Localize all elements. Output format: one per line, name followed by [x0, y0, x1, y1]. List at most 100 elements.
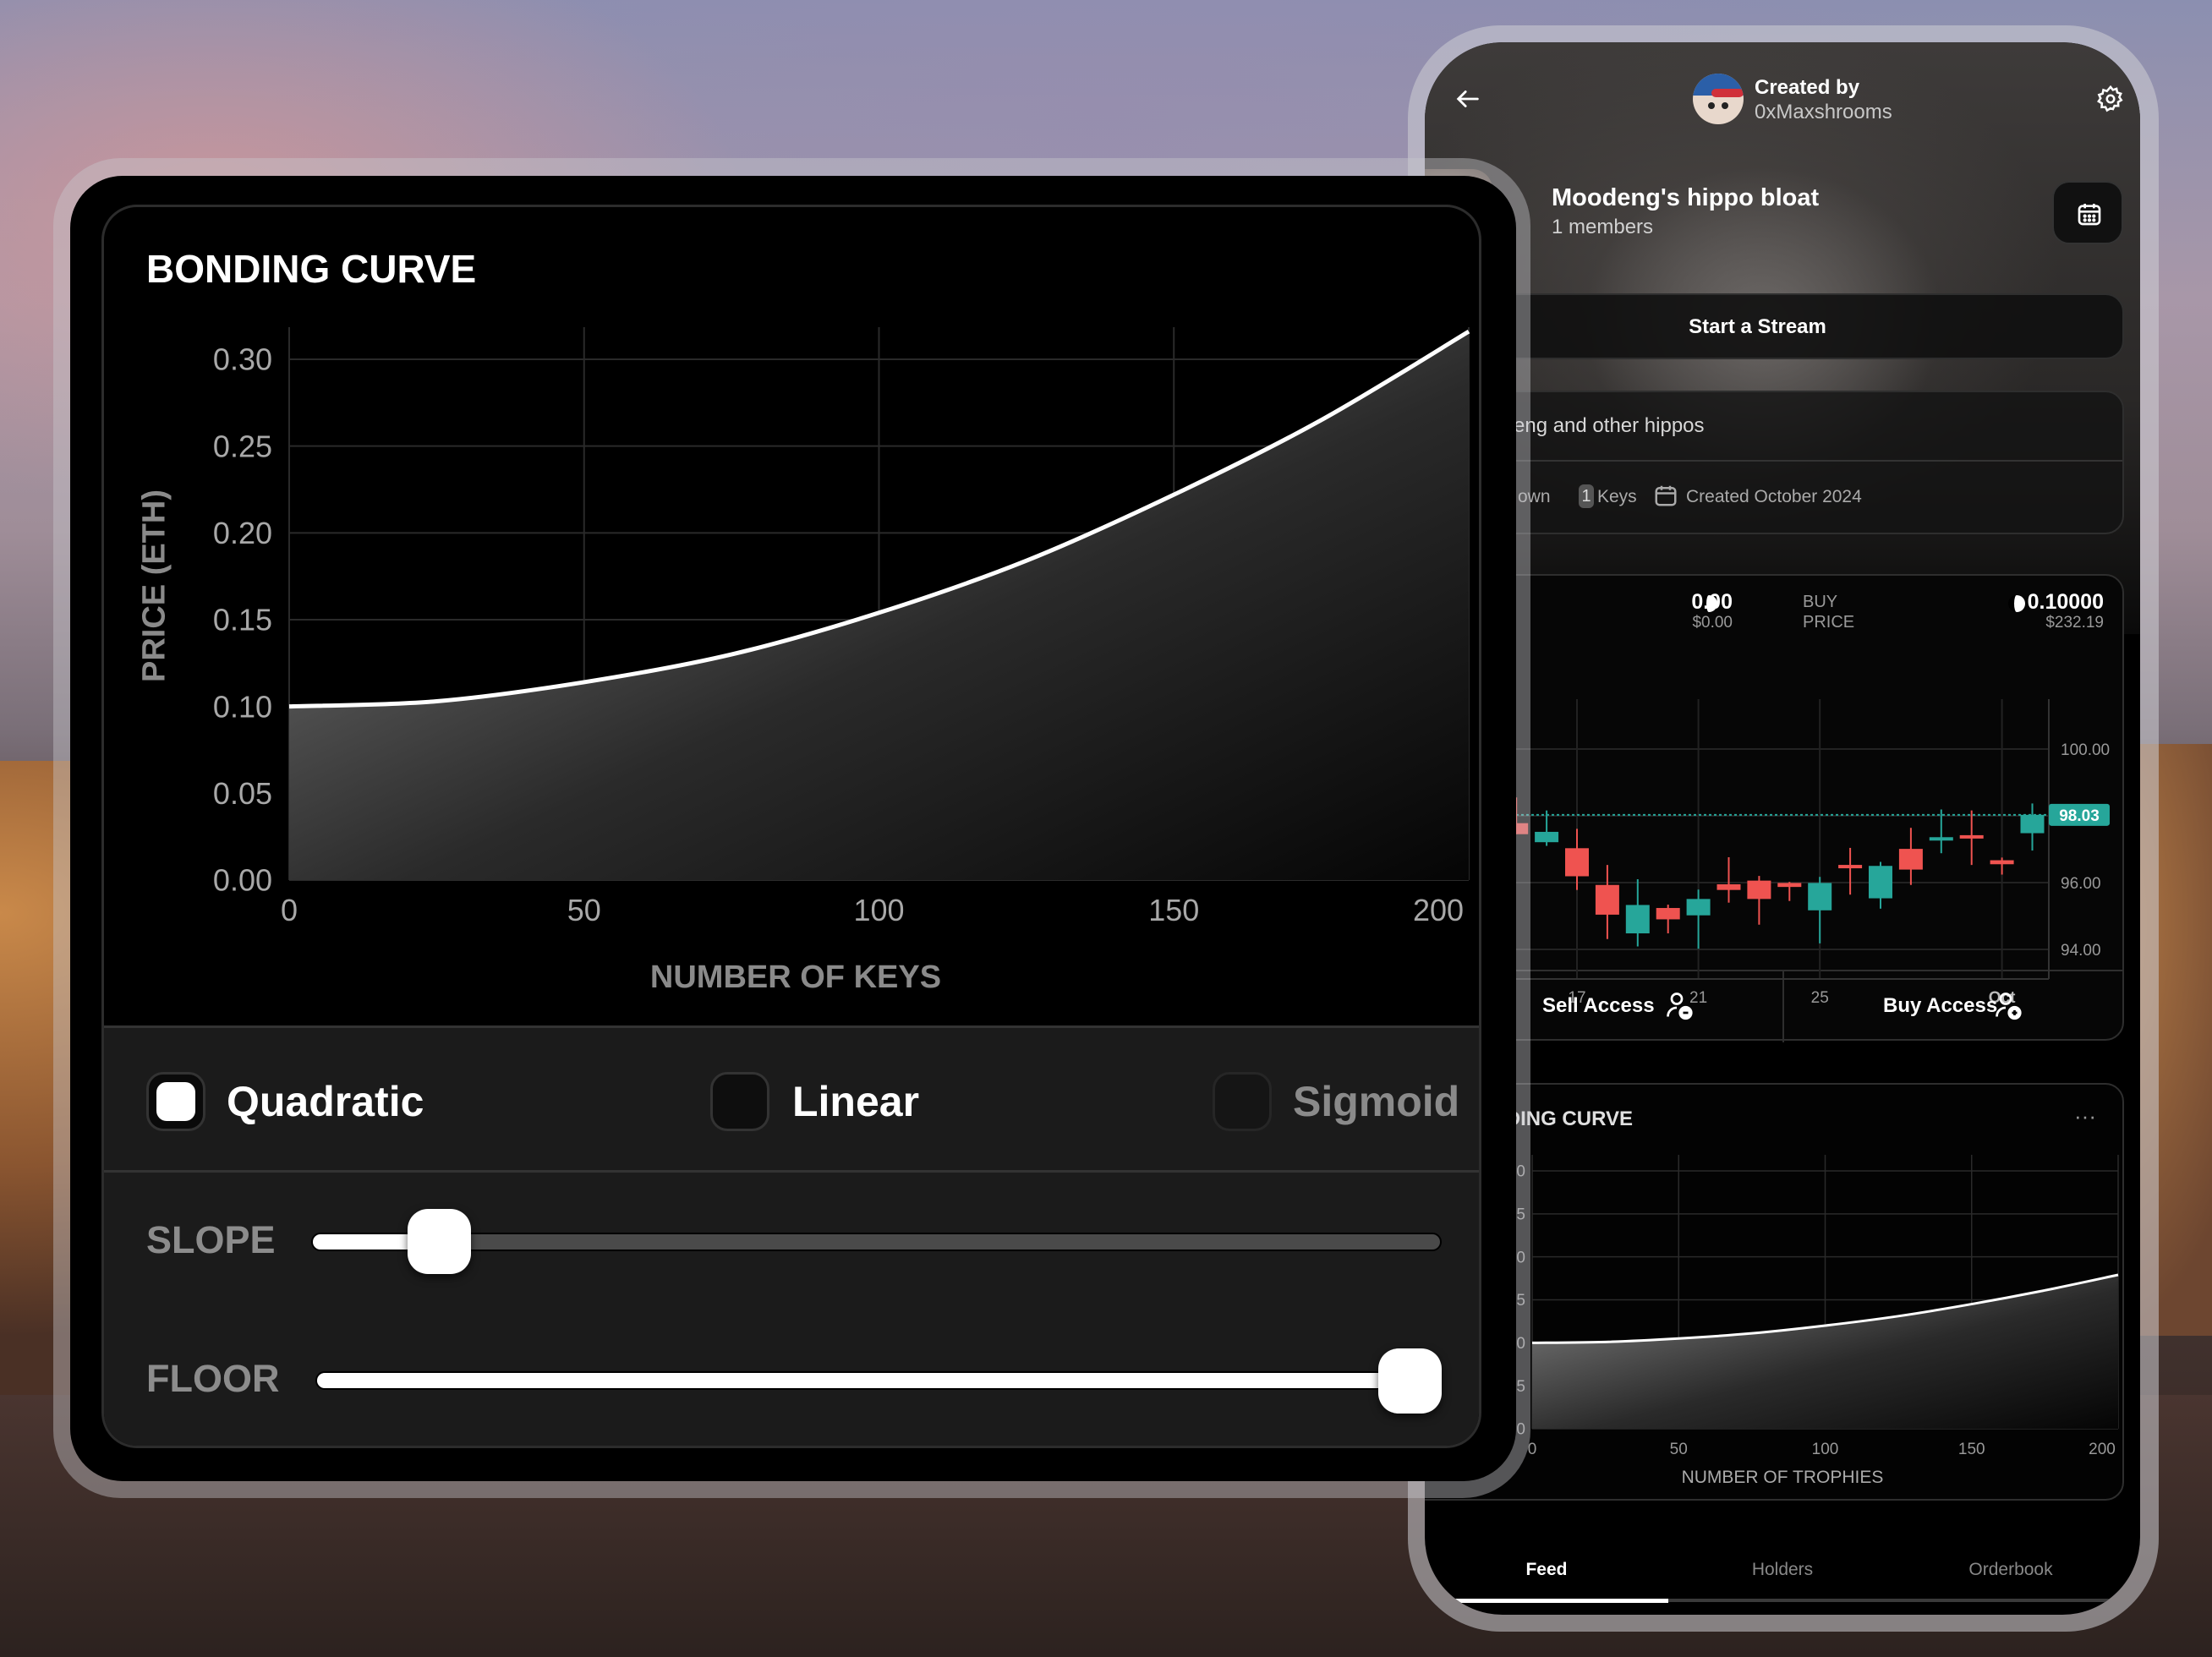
y-tick-label: 0.00	[213, 863, 272, 898]
divider	[104, 1170, 1479, 1173]
candle-body	[1929, 837, 1953, 841]
created-by-label: Created by	[1755, 76, 1860, 99]
active-tab-indicator	[1439, 1599, 1668, 1603]
mini-bonding-curve-chart: 0.000.050.100.150.200.250.30050100150200	[1494, 1155, 2119, 1458]
buy-label: BUY	[1803, 593, 1838, 611]
x-tick-label: 50	[1670, 1441, 1688, 1458]
x-tick-label: 200	[2089, 1441, 2116, 1458]
candle	[1716, 856, 1741, 903]
slope-fill	[313, 1234, 414, 1250]
tab-orderbook[interactable]: Orderbook	[1897, 1560, 2125, 1580]
calendar-icon	[2078, 204, 2101, 226]
phone-screen: Created by 0xMaxshrooms Moodeng's hippo …	[1425, 42, 2140, 1615]
sell-access-label: Sell Access	[1542, 994, 1655, 1017]
y-tick-label: 0.15	[213, 603, 272, 637]
candle-body	[1898, 849, 1923, 870]
linear-checkbox[interactable]	[710, 1072, 769, 1131]
buy-price: 0.10000	[2027, 590, 2104, 614]
y-tick-label: 0.10	[213, 689, 272, 724]
candle-body	[1747, 880, 1771, 900]
buy-price-usd: $232.19	[2045, 614, 2104, 632]
candle	[1869, 861, 1892, 909]
candle	[1595, 865, 1619, 939]
tab-holders[interactable]: Holders	[1668, 1560, 1897, 1580]
floor-thumb[interactable]	[1378, 1348, 1442, 1414]
floor-slider[interactable]	[315, 1371, 1442, 1390]
x-tick-label: 200	[1413, 893, 1464, 927]
candle	[1747, 876, 1771, 925]
quadratic-checkbox[interactable]	[146, 1072, 205, 1131]
eth-coin-icon	[2008, 595, 2025, 612]
candle	[1990, 857, 2014, 875]
candlestick-chart[interactable]: 100.0096.0094.0017 21 25 Oct98.03	[1425, 643, 2140, 1014]
person-plus-icon[interactable]	[1993, 989, 2023, 1021]
x-tick-label: 100	[1812, 1441, 1839, 1458]
candle	[1838, 847, 1863, 895]
y-tick-label: 0.05	[213, 776, 272, 811]
group-name: Moodeng's hippo bloat	[1552, 184, 1820, 211]
candle-body	[1686, 899, 1711, 916]
back-arrow-icon[interactable]	[1454, 85, 1482, 113]
buy-access-label: Buy Access	[1883, 994, 1998, 1017]
candle	[1808, 877, 1832, 943]
candle-body	[1716, 883, 1741, 890]
tab-feed[interactable]: Feed	[1425, 1560, 1668, 1580]
price-tick-label: 96.00	[2061, 875, 2101, 893]
x-tick-label: 150	[1148, 893, 1199, 927]
candle	[2020, 803, 2045, 851]
x-tick-label: 100	[853, 893, 904, 927]
candle	[1959, 810, 1984, 866]
candle-body	[1808, 883, 1832, 911]
creator-avatar[interactable]	[1693, 74, 1744, 124]
candle-body	[1990, 860, 2014, 865]
candle-body	[1656, 908, 1680, 920]
creator-name[interactable]: 0xMaxshrooms	[1755, 101, 1892, 124]
x-tick-label: 50	[567, 893, 601, 927]
slope-thumb[interactable]	[407, 1209, 471, 1274]
controls-section: Quadratic Linear Sigmoid SLOPE FLOOR	[104, 1025, 1479, 1446]
price-label: PRICE	[1803, 613, 1855, 632]
mini-x-axis-label: NUMBER OF TROPHIES	[1681, 1468, 1884, 1487]
candle	[1898, 828, 1923, 885]
person-minus-icon	[1667, 993, 1693, 1020]
candle-body	[2020, 814, 2045, 834]
calendar-button[interactable]	[2052, 181, 2123, 244]
group-members: 1 members	[1552, 216, 1654, 238]
y-tick-label: 0.25	[213, 429, 272, 463]
bonding-curve-chart: 0.00 0.05 0.10 0.15 0.20 0.25 0.30 0 50 100 150 200	[213, 327, 1470, 927]
tab-bar: Feed Holders Orderbook	[1425, 1547, 2140, 1615]
x-axis-label: NUMBER OF KEYS	[649, 960, 942, 995]
gear-icon[interactable]	[2096, 85, 2125, 113]
calendar-icon	[1655, 485, 1677, 506]
candle-body	[1777, 883, 1802, 888]
candle	[1625, 879, 1650, 947]
x-tick-label: 0	[281, 893, 298, 927]
candle-body	[1565, 848, 1589, 877]
candle	[1656, 905, 1680, 934]
keys-label: Keys	[1597, 487, 1637, 506]
floor-fill	[317, 1373, 1440, 1388]
group-description: eng and other hippos	[1514, 414, 1705, 437]
y-tick-label: 0.30	[213, 342, 272, 377]
sell-price-usd: $0.00	[1692, 614, 1733, 632]
bonding-curve-inner: BONDING CURVE PRICE (ETH) 0.00 0.05 0.10 0.…	[101, 205, 1481, 1448]
candle-body	[1869, 866, 1892, 899]
candle	[1777, 882, 1802, 901]
price-tick-label: 94.00	[2061, 942, 2101, 960]
last-price-label: 98.03	[2059, 807, 2100, 825]
floor-label: FLOOR	[146, 1357, 280, 1400]
created-date: Created October 2024	[1686, 487, 1862, 506]
sigmoid-checkbox[interactable]	[1213, 1072, 1272, 1131]
keys-count-badge: 1	[1579, 484, 1594, 508]
linear-label: Linear	[792, 1078, 920, 1125]
slope-label: SLOPE	[146, 1218, 276, 1261]
x-tick-label: 150	[1958, 1441, 1985, 1458]
candle	[1686, 889, 1711, 949]
candle-body	[1959, 834, 1984, 839]
buy-access-button[interactable]: Buy Access	[1782, 971, 2124, 1040]
slope-slider[interactable]	[311, 1233, 1442, 1251]
quadratic-label: Quadratic	[227, 1078, 424, 1125]
more-options-icon[interactable]: ···	[2074, 1103, 2096, 1129]
candle	[1565, 828, 1589, 890]
y-tick-label: 0.20	[213, 516, 272, 550]
